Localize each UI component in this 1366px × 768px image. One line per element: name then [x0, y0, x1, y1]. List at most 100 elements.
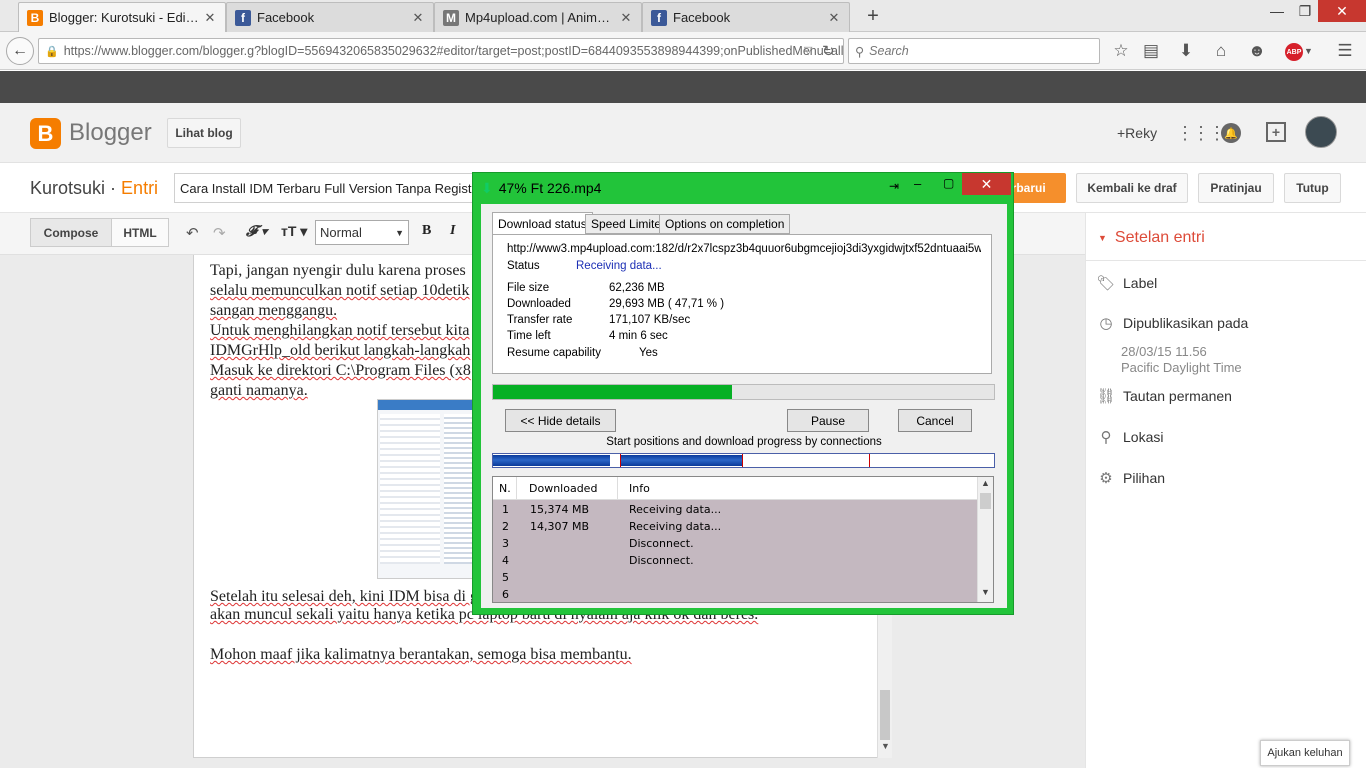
table-row[interactable]: 2 14,307 MB Receiving data... [493, 520, 977, 537]
dropdown-icon[interactable]: ▽ [804, 44, 812, 57]
sidebar-heading-text: Setelan entri [1114, 229, 1205, 246]
table-scrollbar[interactable]: ▲ ▼ [977, 477, 993, 602]
reload-icon[interactable]: ↻ [822, 42, 835, 60]
chevron-down-icon[interactable]: ▼ [981, 587, 990, 597]
notification-bell-icon[interactable]: 🔔 [1221, 123, 1241, 143]
cell-n: 3 [502, 537, 509, 550]
table-row[interactable]: 5 [493, 571, 977, 588]
html-tab[interactable]: HTML [111, 218, 169, 247]
format-select[interactable]: Normal ▼ [315, 220, 409, 245]
share-plus-icon[interactable]: + [1266, 122, 1286, 142]
view-blog-button[interactable]: Lihat blog [167, 118, 241, 148]
cell-downloaded: 14,307 MB [530, 520, 590, 533]
table-row[interactable]: 3 Disconnect. [493, 537, 977, 554]
sidebar-item-options[interactable]: ⚙ Pilihan [1098, 470, 1165, 487]
close-icon[interactable]: ✕ [619, 10, 633, 26]
mp4upload-icon: M [443, 9, 459, 26]
status-label: Status [507, 260, 540, 272]
hide-details-button[interactable]: << Hide details [505, 409, 616, 432]
paragraph-line: ganti namanya. [210, 382, 308, 399]
minimize-icon[interactable]: — [1262, 0, 1292, 22]
home-icon[interactable]: ⌂ [1210, 40, 1232, 62]
close-icon[interactable]: ✕ [203, 10, 217, 26]
table-row[interactable]: 1 15,374 MB Receiving data... [493, 503, 977, 520]
back-icon[interactable]: ← [6, 37, 34, 65]
bookmark-star-icon[interactable]: ☆ [1110, 40, 1132, 62]
tab-title: Blogger: Kurotsuki - Edit e… [49, 10, 199, 25]
font-family-icon[interactable]: 𝓕 ▾ [246, 223, 267, 241]
chevron-down-icon[interactable]: ▼ [881, 741, 890, 751]
page-top-bar [0, 71, 1366, 103]
restore-icon[interactable]: ❐ [1292, 0, 1318, 22]
avatar[interactable] [1305, 116, 1337, 148]
search-placeholder: Search [869, 44, 909, 58]
transfer-rate-label: Transfer rate [507, 314, 573, 326]
chevron-up-icon[interactable]: ▲ [981, 478, 990, 488]
idm-close-icon[interactable]: ✕ [962, 173, 1011, 195]
blogger-logo-icon[interactable]: B [30, 118, 61, 149]
sidebar-item-published[interactable]: ◷ Dipublikasikan pada [1098, 315, 1248, 332]
close-icon[interactable]: ✕ [827, 10, 841, 26]
search-input[interactable]: ⚲ Search [848, 38, 1100, 64]
tab-title: Mp4upload.com | Anime, … [465, 10, 615, 25]
tab-options-on-completion[interactable]: Options on completion [659, 214, 791, 234]
update-button[interactable]: erbarui [1005, 173, 1066, 203]
bold-icon[interactable]: B [422, 223, 431, 239]
new-tab-button[interactable]: + [860, 4, 886, 28]
download-status-panel: http://www3.mp4upload.com:182/d/r2x7lcsp… [492, 234, 992, 374]
cell-n: 1 [502, 503, 509, 516]
menu-icon[interactable]: ☰ [1334, 40, 1356, 62]
tag-icon: 🏷 [1096, 275, 1116, 292]
sidebar-item-location[interactable]: ⚲ Lokasi [1098, 429, 1164, 446]
adblock-menu-icon[interactable]: ▼ [1304, 46, 1313, 56]
minimize-icon[interactable]: – [914, 176, 921, 191]
preview-button[interactable]: Pratinjau [1198, 173, 1274, 203]
pause-button[interactable]: Pause [787, 409, 869, 432]
redo-icon[interactable]: ↷ [213, 224, 226, 242]
italic-icon[interactable]: I [450, 223, 455, 239]
tab-facebook-2[interactable]: f Facebook ✕ [642, 2, 850, 32]
tab-blogger[interactable]: B Blogger: Kurotsuki - Edit e… ✕ [18, 2, 226, 32]
adblock-icon[interactable]: ABP [1285, 43, 1303, 61]
paragraph-line: selalu memunculkan notif setiap 10detik [210, 282, 470, 299]
user-link[interactable]: +Reky [1117, 125, 1157, 141]
reading-list-icon[interactable]: ▤ [1140, 40, 1162, 62]
close-icon[interactable]: ✕ [411, 10, 425, 26]
location-pin-icon: ⚲ [1100, 429, 1112, 446]
table-row[interactable]: 6 [493, 588, 977, 602]
paragraph-line: Masuk ke direktori C:\Program Files (x8 [210, 362, 471, 379]
time-left-value: 4 min 6 sec [609, 330, 668, 342]
embedded-screenshot-image[interactable] [377, 399, 477, 579]
sidebar-item-permalink[interactable]: ⛓ Tautan permanen [1096, 388, 1231, 405]
undo-icon[interactable]: ↶ [186, 224, 199, 242]
header-n: N. [499, 482, 511, 495]
post-settings-sidebar: ▼ Setelan entri 🏷 Label ◷ Dipublikasikan… [1085, 213, 1366, 768]
apps-grid-icon[interactable]: ⋮⋮⋮ [1176, 123, 1226, 144]
feedback-button[interactable]: Ajukan keluhan [1260, 740, 1350, 766]
tab-facebook-1[interactable]: f Facebook ✕ [226, 2, 434, 32]
table-row[interactable]: 4 Disconnect. [493, 554, 977, 571]
cancel-button[interactable]: Cancel [898, 409, 972, 432]
maximize-icon[interactable]: ▢ [943, 176, 954, 190]
chat-icon[interactable]: ☻ [1246, 40, 1268, 62]
tab-download-status[interactable]: Download status [492, 212, 593, 235]
table-header: N. Downloaded Info [493, 477, 977, 500]
sidebar-item-label[interactable]: 🏷 Label [1096, 275, 1157, 292]
revert-draft-button[interactable]: Kembali ke draf [1076, 173, 1188, 203]
url-bar[interactable]: 🔒 https://www.blogger.com/blogger.g?blog… [38, 38, 844, 64]
idm-titlebar[interactable]: ⬇ 47% Ft 226.mp4 ⇥ – ▢ ✕ [473, 173, 1013, 203]
window-close-icon[interactable]: ✕ [1318, 0, 1366, 22]
download-icon[interactable]: ⬇ [1175, 40, 1197, 62]
font-size-icon[interactable]: тT ▾ [281, 223, 307, 240]
cell-n: 5 [502, 571, 509, 584]
blogger-icon: B [27, 9, 43, 26]
sidebar-heading[interactable]: ▼ Setelan entri [1098, 229, 1205, 247]
blog-name[interactable]: Kurotsuki [30, 178, 105, 198]
cell-info: Disconnect. [629, 554, 694, 567]
pin-icon[interactable]: ⇥ [889, 179, 899, 193]
compose-tab[interactable]: Compose [30, 218, 112, 247]
tab-mp4upload[interactable]: M Mp4upload.com | Anime, … ✕ [434, 2, 642, 32]
download-url: http://www3.mp4upload.com:182/d/r2x7lcsp… [507, 243, 981, 255]
post-title-input[interactable]: Cara Install IDM Terbaru Full Version Ta… [174, 173, 474, 203]
close-button[interactable]: Tutup [1284, 173, 1341, 203]
